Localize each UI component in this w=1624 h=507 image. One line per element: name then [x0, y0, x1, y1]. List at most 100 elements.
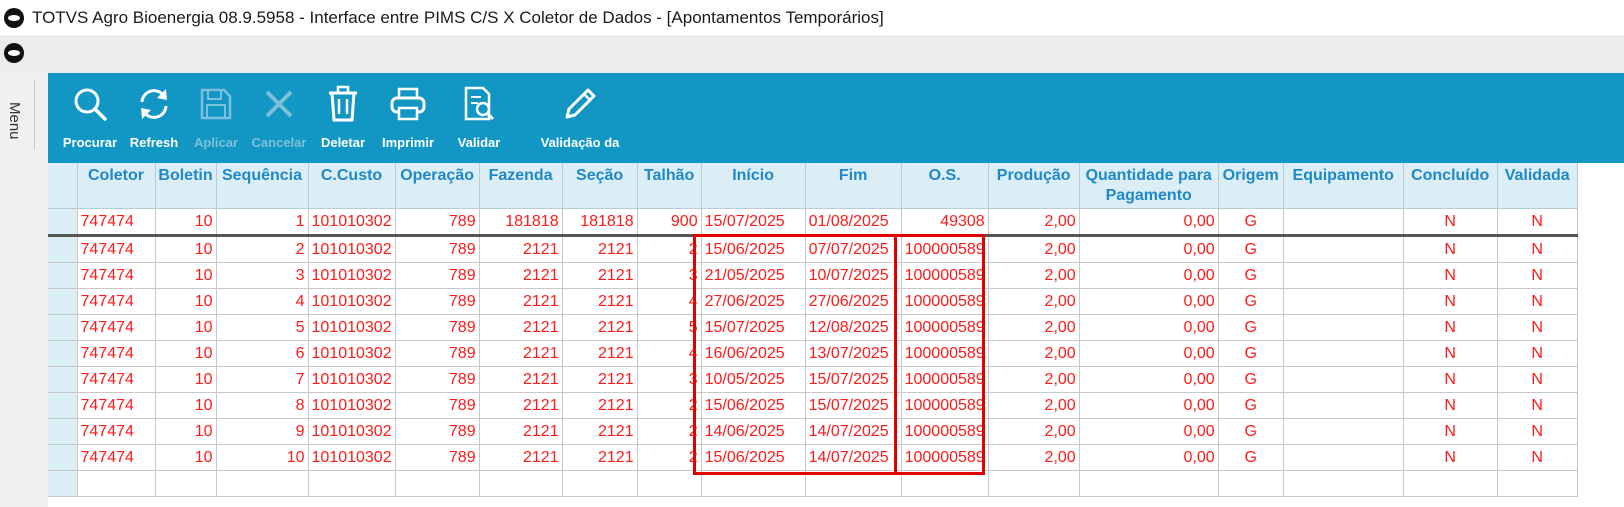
cell-quantidade-pagamento[interactable]: 0,00	[1079, 366, 1219, 393]
cell-sequencia[interactable]: 2	[216, 234, 309, 263]
menu-tab[interactable]: Menu	[0, 80, 35, 150]
cell-boletin[interactable]: 10	[155, 444, 217, 471]
cell-quantidade-pagamento[interactable]: 0,00	[1079, 234, 1219, 263]
column-header[interactable]: Operação	[395, 163, 480, 209]
column-header[interactable]: Início	[701, 163, 806, 209]
cell-ccusto[interactable]: 101010302	[308, 208, 396, 237]
cell-origem[interactable]: G	[1218, 366, 1284, 393]
cell-secao[interactable]: 2121	[562, 340, 638, 367]
cell-secao[interactable]: 2121	[562, 444, 638, 471]
cell-inicio[interactable]: 10/05/2025	[701, 366, 806, 393]
cell-equipamento[interactable]	[1283, 444, 1404, 471]
cell-ccusto[interactable]: 101010302	[308, 418, 396, 445]
column-header[interactable]: Validada	[1497, 163, 1578, 209]
cell-operacao[interactable]: 789	[395, 208, 480, 237]
cell-equipamento[interactable]	[1283, 288, 1404, 315]
table-row[interactable]: 747474 10 7 101010302 789 2121 2121 3 10/05/2025…	[48, 366, 1578, 393]
cell-boletin[interactable]: 10	[155, 340, 217, 367]
row-indicator[interactable]	[48, 366, 78, 393]
cell-talhao[interactable]: 3	[637, 262, 702, 289]
cell-os[interactable]: 100000589	[901, 314, 989, 341]
cell-sequencia[interactable]	[216, 470, 309, 497]
row-indicator[interactable]	[48, 208, 78, 237]
cell-equipamento[interactable]	[1283, 208, 1404, 237]
cell-boletin[interactable]	[155, 470, 217, 497]
cell-origem[interactable]: G	[1218, 340, 1284, 367]
cell-producao[interactable]: 2,00	[988, 288, 1080, 315]
cell-talhao[interactable]: 900	[637, 208, 702, 237]
cell-inicio[interactable]: 15/06/2025	[701, 392, 806, 419]
cell-operacao[interactable]: 789	[395, 262, 480, 289]
cell-boletin[interactable]: 10	[155, 262, 217, 289]
cell-os[interactable]: 100000589	[901, 234, 989, 263]
print-button[interactable]: Imprimir	[376, 81, 440, 159]
column-header[interactable]: O.S.	[901, 163, 989, 209]
cell-talhao[interactable]: 2	[637, 234, 702, 263]
mdi-child-logo-icon[interactable]	[2, 41, 26, 65]
data-grid[interactable]: Coletor Boletin Sequência C.Custo Operaç…	[48, 163, 1624, 507]
cell-producao[interactable]: 2,00	[988, 366, 1080, 393]
table-row[interactable]	[48, 470, 1578, 497]
cell-fim[interactable]: 01/08/2025	[805, 208, 902, 237]
search-button[interactable]: Procurar	[60, 81, 120, 159]
cell-boletin[interactable]: 10	[155, 234, 217, 263]
cell-ccusto[interactable]	[308, 470, 396, 497]
column-header[interactable]: Fim	[805, 163, 902, 209]
cell-quantidade-pagamento[interactable]: 0,00	[1079, 314, 1219, 341]
cell-inicio[interactable]: 15/07/2025	[701, 314, 806, 341]
cell-inicio[interactable]: 15/06/2025	[701, 234, 806, 263]
cell-validada[interactable]: N	[1497, 288, 1578, 315]
column-header[interactable]: Produção	[988, 163, 1080, 209]
cell-concluido[interactable]: N	[1403, 288, 1498, 315]
cell-validada[interactable]: N	[1497, 418, 1578, 445]
cell-inicio[interactable]: 15/06/2025	[701, 444, 806, 471]
cell-origem[interactable]: G	[1218, 418, 1284, 445]
cell-origem[interactable]	[1218, 470, 1284, 497]
row-indicator[interactable]	[48, 470, 78, 497]
column-header[interactable]: Concluído	[1403, 163, 1498, 209]
cell-os[interactable]: 100000589	[901, 262, 989, 289]
cell-sequencia[interactable]: 8	[216, 392, 309, 419]
cell-producao[interactable]: 2,00	[988, 234, 1080, 263]
cell-concluido[interactable]: N	[1403, 208, 1498, 237]
cell-coletor[interactable]: 747474	[77, 340, 156, 367]
cell-concluido[interactable]: N	[1403, 392, 1498, 419]
cell-coletor[interactable]: 747474	[77, 314, 156, 341]
cell-ccusto[interactable]: 101010302	[308, 366, 396, 393]
cell-ccusto[interactable]: 101010302	[308, 392, 396, 419]
column-header[interactable]: Coletor	[77, 163, 156, 209]
cell-inicio[interactable]: 16/06/2025	[701, 340, 806, 367]
cell-validada[interactable]: N	[1497, 340, 1578, 367]
cell-inicio[interactable]: 14/06/2025	[701, 418, 806, 445]
cell-inicio[interactable]	[701, 470, 806, 497]
cell-fim[interactable]: 27/06/2025	[805, 288, 902, 315]
cell-producao[interactable]: 2,00	[988, 314, 1080, 341]
cell-fim[interactable]: 07/07/2025	[805, 234, 902, 263]
cell-fim[interactable]: 10/07/2025	[805, 262, 902, 289]
cell-fim[interactable]: 14/07/2025	[805, 444, 902, 471]
cell-validada[interactable]: N	[1497, 314, 1578, 341]
cell-origem[interactable]: G	[1218, 392, 1284, 419]
column-header[interactable]: Sequência	[216, 163, 309, 209]
row-indicator[interactable]	[48, 262, 78, 289]
table-row[interactable]: 747474 10 5 101010302 789 2121 2121 5 15/07/2025…	[48, 314, 1578, 341]
cell-boletin[interactable]: 10	[155, 288, 217, 315]
cell-quantidade-pagamento[interactable]: 0,00	[1079, 208, 1219, 237]
cell-talhao[interactable]: 2	[637, 392, 702, 419]
refresh-button[interactable]: Refresh	[126, 81, 182, 159]
cell-equipamento[interactable]	[1283, 470, 1404, 497]
cell-coletor[interactable]: 747474	[77, 418, 156, 445]
delete-button[interactable]: Deletar	[316, 81, 370, 159]
cell-origem[interactable]: G	[1218, 262, 1284, 289]
cell-sequencia[interactable]: 10	[216, 444, 309, 471]
cell-talhao[interactable]: 5	[637, 314, 702, 341]
cell-operacao[interactable]: 789	[395, 288, 480, 315]
cell-fazenda[interactable]: 2121	[479, 314, 563, 341]
cell-os[interactable]: 100000589	[901, 418, 989, 445]
cell-operacao[interactable]	[395, 470, 480, 497]
cell-ccusto[interactable]: 101010302	[308, 340, 396, 367]
cell-inicio[interactable]: 15/07/2025	[701, 208, 806, 237]
cell-validada[interactable]: N	[1497, 392, 1578, 419]
cell-sequencia[interactable]: 6	[216, 340, 309, 367]
cell-sequencia[interactable]: 3	[216, 262, 309, 289]
